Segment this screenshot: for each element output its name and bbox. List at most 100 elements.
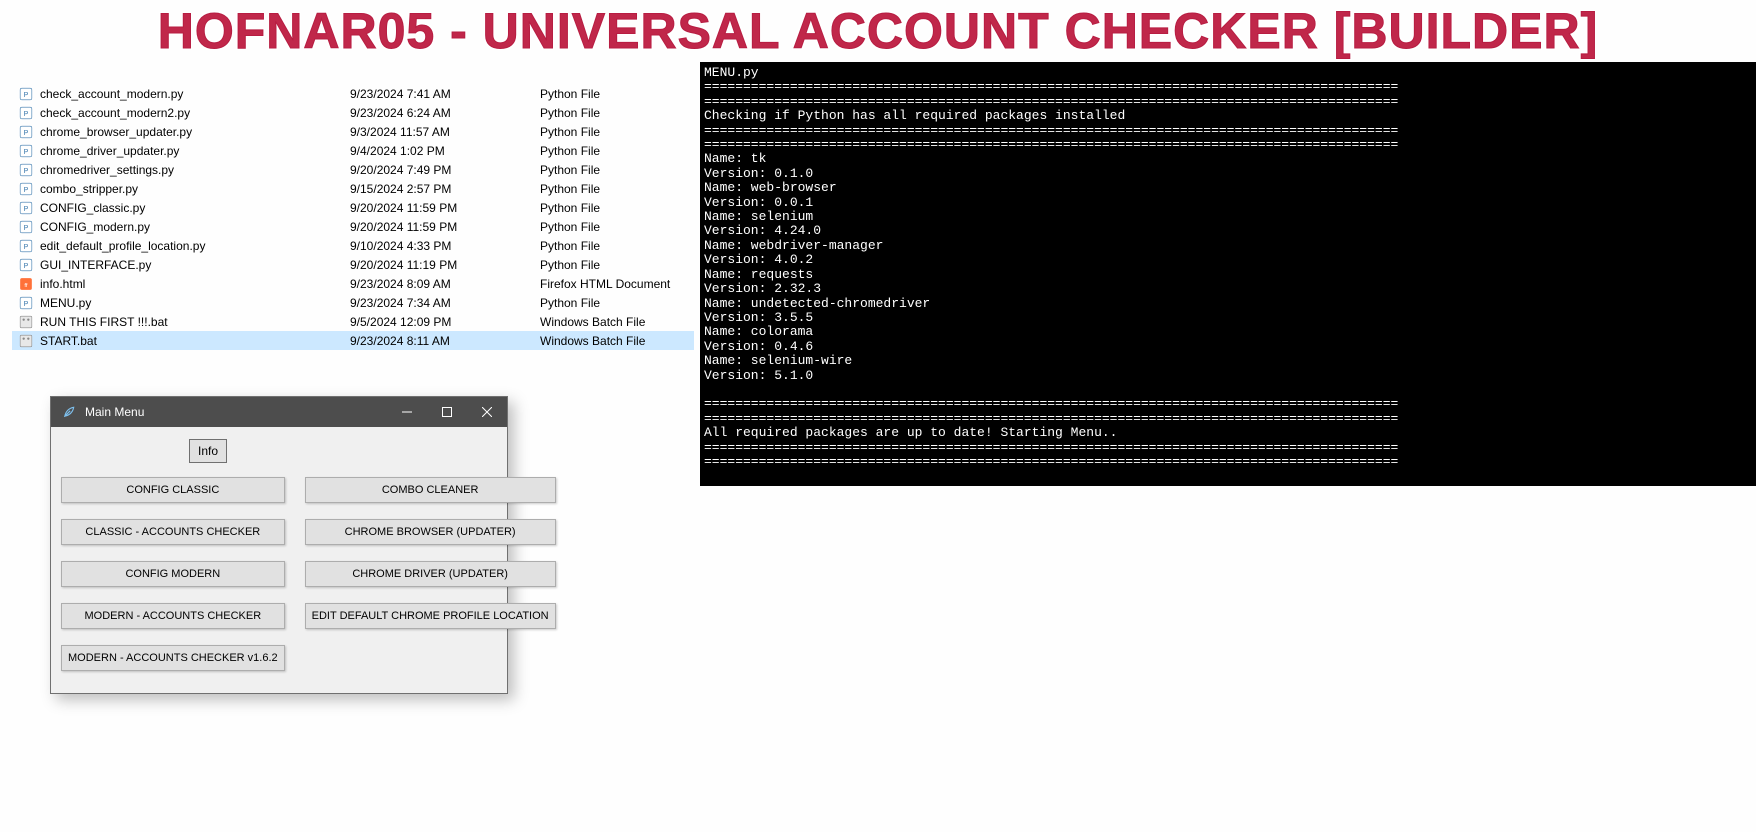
svg-text:P: P <box>24 300 29 307</box>
menu-button[interactable]: EDIT DEFAULT CHROME PROFILE LOCATION <box>305 603 556 629</box>
file-type: Python File <box>540 258 694 272</box>
menu-button[interactable]: MODERN - ACCOUNTS CHECKER v1.6.2 <box>61 645 285 671</box>
file-row[interactable]: ff info.html9/23/2024 8:09 AMFirefox HTML… <box>12 274 694 293</box>
file-date: 9/20/2024 7:49 PM <box>350 163 540 177</box>
file-icon: P <box>18 200 34 216</box>
file-row[interactable]: P CONFIG_classic.py9/20/2024 11:59 PMPyth… <box>12 198 694 217</box>
info-button[interactable]: Info <box>189 439 227 463</box>
file-type: Windows Batch File <box>540 334 694 348</box>
file-icon <box>18 333 34 349</box>
file-icon: P <box>18 181 34 197</box>
file-date: 9/10/2024 4:33 PM <box>350 239 540 253</box>
file-row[interactable]: Pchrome_driver_updater.py9/4/2024 1:02 P… <box>12 141 694 160</box>
svg-text:P: P <box>24 186 29 193</box>
file-date: 9/20/2024 11:19 PM <box>350 258 540 272</box>
file-row[interactable]: Pcheck_account_modern2.py9/23/2024 6:24 … <box>12 103 694 122</box>
svg-text:P: P <box>24 148 29 155</box>
file-icon: P <box>18 219 34 235</box>
file-type: Python File <box>540 163 694 177</box>
file-date: 9/20/2024 11:59 PM <box>350 201 540 215</box>
svg-text:P: P <box>24 110 29 117</box>
file-icon: P <box>18 295 34 311</box>
menu-button[interactable]: CHROME BROWSER (UPDATER) <box>305 519 556 545</box>
file-date: 9/4/2024 1:02 PM <box>350 144 540 158</box>
svg-text:P: P <box>24 205 29 212</box>
file-row[interactable]: Pedit_default_profile_location.py9/10/20… <box>12 236 694 255</box>
file-date: 9/23/2024 8:11 AM <box>350 334 540 348</box>
banner-title: HOFNAR05 - UNIVERSAL ACCOUNT CHECKER [BU… <box>0 0 1756 62</box>
file-icon: P <box>18 86 34 102</box>
file-name: CONFIG_modern.py <box>40 220 350 234</box>
file-name: GUI_INTERFACE.py <box>40 258 350 272</box>
close-button[interactable] <box>467 397 507 427</box>
file-name: RUN THIS FIRST !!!.bat <box>40 315 350 329</box>
file-row[interactable]: Pchromedriver_settings.py9/20/2024 7:49 … <box>12 160 694 179</box>
file-row[interactable]: START.bat9/23/2024 8:11 AMWindows Batch … <box>12 331 694 350</box>
file-icon: P <box>18 124 34 140</box>
file-icon <box>18 314 34 330</box>
svg-text:P: P <box>24 91 29 98</box>
file-date: 9/5/2024 12:09 PM <box>350 315 540 329</box>
file-row[interactable]: Pcombo_stripper.py9/15/2024 2:57 PMPytho… <box>12 179 694 198</box>
menu-button[interactable]: MODERN - ACCOUNTS CHECKER <box>61 603 285 629</box>
file-date: 9/15/2024 2:57 PM <box>350 182 540 196</box>
window-title: Main Menu <box>85 405 387 419</box>
file-icon: P <box>18 143 34 159</box>
svg-text:P: P <box>24 243 29 250</box>
file-name: MENU.py <box>40 296 350 310</box>
file-row[interactable]: Pcheck_account_modern.py9/23/2024 7:41 A… <box>12 84 694 103</box>
menu-button[interactable]: COMBO CLEANER <box>305 477 556 503</box>
file-row[interactable]: P MENU.py9/23/2024 7:34 AMPython File <box>12 293 694 312</box>
file-name: START.bat <box>40 334 350 348</box>
file-name: check_account_modern.py <box>40 87 350 101</box>
file-icon: P <box>18 105 34 121</box>
menu-button[interactable]: CHROME DRIVER (UPDATER) <box>305 561 556 587</box>
file-type: Python File <box>540 296 694 310</box>
file-type: Python File <box>540 239 694 253</box>
file-name: CONFIG_classic.py <box>40 201 350 215</box>
svg-text:P: P <box>24 167 29 174</box>
file-type: Python File <box>540 182 694 196</box>
terminal-output[interactable]: MENU.py ================================… <box>700 62 1756 486</box>
file-type: Windows Batch File <box>540 315 694 329</box>
feather-icon <box>59 402 79 422</box>
file-date: 9/23/2024 7:41 AM <box>350 87 540 101</box>
file-row[interactable]: P CONFIG_modern.py9/20/2024 11:59 PMPytho… <box>12 217 694 236</box>
file-date: 9/23/2024 7:34 AM <box>350 296 540 310</box>
main-menu-window: Main Menu Info CONFIG CLASSIC CLASSIC - A… <box>50 396 508 694</box>
file-name: chromedriver_settings.py <box>40 163 350 177</box>
file-name: info.html <box>40 277 350 291</box>
file-type: Python File <box>540 220 694 234</box>
svg-text:P: P <box>24 262 29 269</box>
file-name: chrome_browser_updater.py <box>40 125 350 139</box>
titlebar[interactable]: Main Menu <box>51 397 507 427</box>
file-name: edit_default_profile_location.py <box>40 239 350 253</box>
file-type: Python File <box>540 106 694 120</box>
file-type: Python File <box>540 144 694 158</box>
file-icon: ff <box>18 276 34 292</box>
file-name: combo_stripper.py <box>40 182 350 196</box>
file-type: Firefox HTML Document <box>540 277 694 291</box>
file-icon: P <box>18 257 34 273</box>
file-row[interactable]: P GUI_INTERFACE.py9/20/2024 11:19 PMPytho… <box>12 255 694 274</box>
minimize-button[interactable] <box>387 397 427 427</box>
file-name: chrome_driver_updater.py <box>40 144 350 158</box>
svg-text:P: P <box>24 129 29 136</box>
file-type: Python File <box>540 87 694 101</box>
file-date: 9/20/2024 11:59 PM <box>350 220 540 234</box>
file-row[interactable]: Pchrome_browser_updater.py9/3/2024 11:57… <box>12 122 694 141</box>
file-row[interactable]: RUN THIS FIRST !!!.bat9/5/2024 12:09 PMW… <box>12 312 694 331</box>
menu-button[interactable]: CONFIG MODERN <box>61 561 285 587</box>
file-date: 9/3/2024 11:57 AM <box>350 125 540 139</box>
file-icon: P <box>18 162 34 178</box>
maximize-button[interactable] <box>427 397 467 427</box>
menu-button[interactable]: CLASSIC - ACCOUNTS CHECKER <box>61 519 285 545</box>
file-date: 9/23/2024 6:24 AM <box>350 106 540 120</box>
file-type: Python File <box>540 201 694 215</box>
svg-text:ff: ff <box>24 282 28 288</box>
menu-button[interactable]: CONFIG CLASSIC <box>61 477 285 503</box>
file-explorer: Pcheck_account_modern.py9/23/2024 7:41 A… <box>12 84 694 350</box>
file-icon: P <box>18 238 34 254</box>
file-date: 9/23/2024 8:09 AM <box>350 277 540 291</box>
file-type: Python File <box>540 125 694 139</box>
